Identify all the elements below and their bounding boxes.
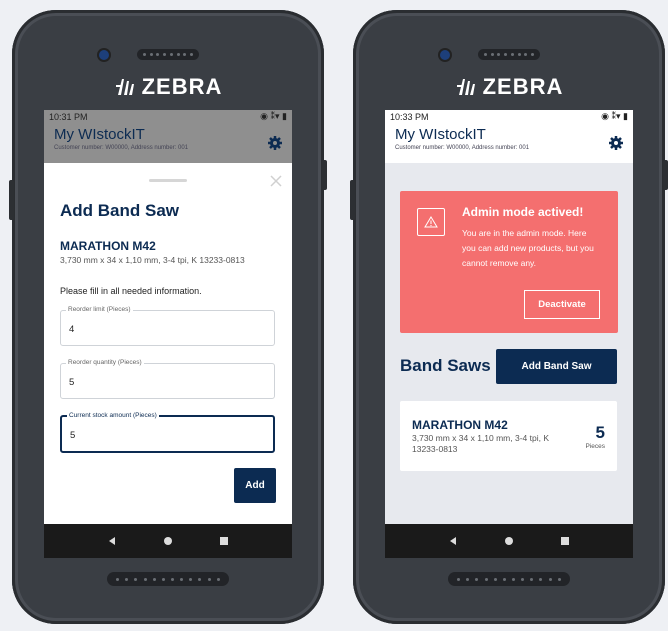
section-title: Band Saws <box>400 356 491 375</box>
field-label: Reorder limit (Pieces) <box>66 306 133 313</box>
instruction-text: Please fill in all needed information. <box>60 286 202 296</box>
product-description: 3,730 mm x 34 x 1,10 mm, 3-4 tpi, K 1323… <box>60 255 245 265</box>
sheet-handle[interactable] <box>149 179 187 182</box>
field-value[interactable]: 5 <box>70 430 75 441</box>
recents-icon[interactable] <box>219 536 229 546</box>
status-time: 10:31 PM <box>49 111 88 122</box>
reorder-quantity-field[interactable]: Reorder quantity (Pieces) 5 <box>60 359 275 399</box>
camera-icon <box>99 50 109 60</box>
camera-icon <box>440 50 450 60</box>
bottom-speaker <box>448 572 570 586</box>
product-name: MARATHON M42 <box>60 239 156 253</box>
field-label: Current stock amount (Pieces) <box>67 412 159 419</box>
status-bar: 10:31 PM ◉ ⁑▾ ▮ <box>44 110 292 123</box>
brand-text: ZEBRA <box>141 74 223 99</box>
reorder-limit-field[interactable]: Reorder limit (Pieces) 4 <box>60 306 275 346</box>
field-value[interactable]: 4 <box>69 324 74 335</box>
side-button <box>322 160 327 190</box>
sheet-title: Add Band Saw <box>60 201 180 220</box>
status-bar: 10:33 PM ◉ ⁑▾ ▮ <box>385 110 633 123</box>
field-value[interactable]: 5 <box>69 377 74 388</box>
close-icon[interactable] <box>269 174 283 188</box>
back-icon[interactable] <box>107 536 117 546</box>
add-band-saw-button[interactable]: Add Band Saw <box>496 349 617 384</box>
admin-alert: Admin mode actived! You are in the admin… <box>400 191 618 333</box>
app-header: My WIstockIT Customer number: W00000, Ad… <box>44 123 292 163</box>
add-sheet: Add Band Saw MARATHON M42 3,730 mm x 34 … <box>44 166 292 524</box>
back-icon[interactable] <box>448 536 458 546</box>
gear-icon[interactable] <box>608 135 624 151</box>
status-icons: ◉ ⁑▾ ▮ <box>601 111 628 121</box>
recents-icon[interactable] <box>560 536 570 546</box>
app-subtitle: Customer number: W00000, Address number:… <box>54 145 189 151</box>
android-nav-bar <box>44 524 292 558</box>
card-stock-count: 5 <box>595 423 605 442</box>
brand-logo: ZEBRA <box>353 74 665 100</box>
gear-icon[interactable] <box>267 135 283 151</box>
app-subtitle: Customer number: W00000, Address number:… <box>395 145 530 151</box>
add-button[interactable]: Add <box>234 468 276 503</box>
home-icon[interactable] <box>504 536 514 546</box>
alert-title: Admin mode actived! <box>462 205 584 219</box>
zebra-head-icon <box>115 79 134 95</box>
card-product-name: MARATHON M42 <box>412 418 508 432</box>
bottom-speaker <box>107 572 229 586</box>
right-phone: ZEBRA 10:33 PM ◉ ⁑▾ ▮ My WIstockIT Custo… <box>350 10 668 624</box>
home-icon[interactable] <box>163 536 173 546</box>
side-button <box>9 180 14 220</box>
status-time: 10:33 PM <box>390 111 429 122</box>
zebra-head-icon <box>456 79 475 95</box>
right-screen: 10:33 PM ◉ ⁑▾ ▮ My WIstockIT Customer nu… <box>385 110 633 558</box>
brand-logo: ZEBRA <box>12 74 324 100</box>
status-icons: ◉ ⁑▾ ▮ <box>260 111 287 121</box>
warning-icon <box>417 208 445 236</box>
alert-body: You are in the admin mode. Here you can … <box>462 228 594 268</box>
app-title: My WIstockIT <box>54 126 145 143</box>
left-phone: ZEBRA 10:31 PM ◉ ⁑▾ ▮ My WIstockIT Custo… <box>9 10 327 624</box>
left-screen: 10:31 PM ◉ ⁑▾ ▮ My WIstockIT Customer nu… <box>44 110 292 558</box>
side-button <box>350 180 355 220</box>
card-stock-unit: Pieces <box>585 443 605 450</box>
android-nav-bar <box>385 524 633 558</box>
product-card[interactable]: MARATHON M42 3,730 mm x 34 x 1,10 mm, 3-… <box>400 401 617 471</box>
app-title: My WIstockIT <box>395 126 486 143</box>
current-stock-field[interactable]: Current stock amount (Pieces) 5 <box>60 412 275 453</box>
deactivate-button[interactable]: Deactivate <box>524 290 600 319</box>
field-label: Reorder quantity (Pieces) <box>66 359 144 366</box>
card-product-description: 3,730 mm x 34 x 1,10 mm, 3-4 tpi, K 1323… <box>412 433 550 454</box>
earpiece-speaker <box>478 49 540 60</box>
earpiece-speaker <box>137 49 199 60</box>
app-header: My WIstockIT Customer number: W00000, Ad… <box>385 123 633 163</box>
side-button <box>663 160 668 190</box>
brand-text: ZEBRA <box>482 74 564 99</box>
